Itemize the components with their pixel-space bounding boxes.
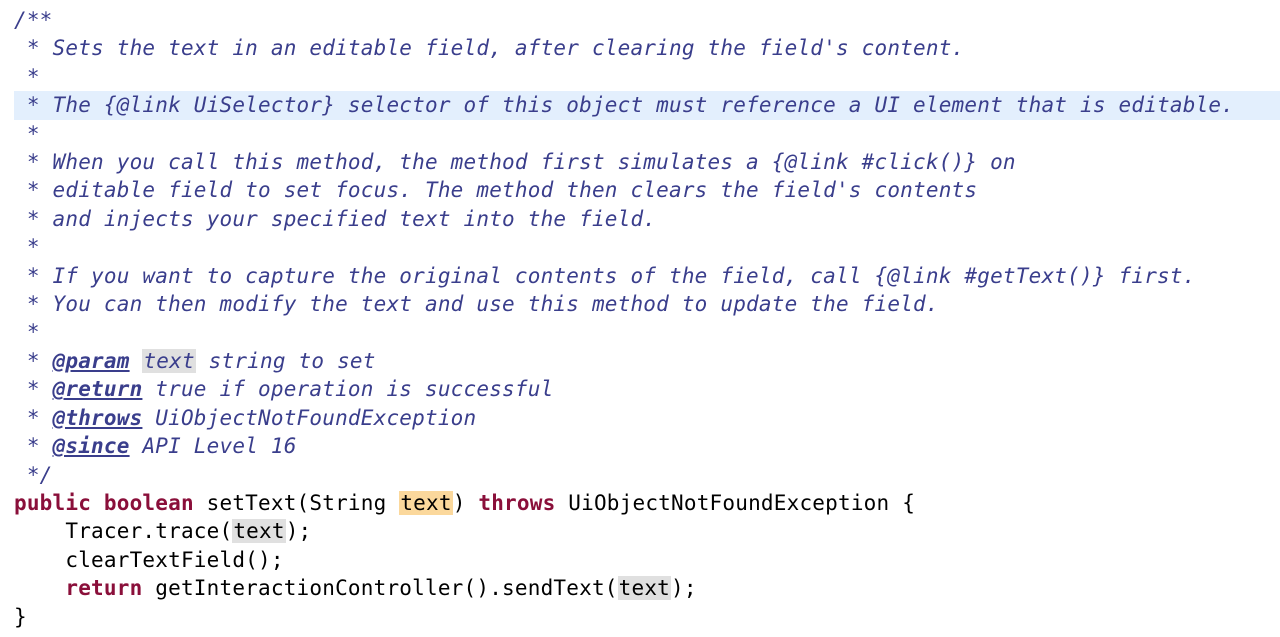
javadoc-tag-return: @return — [53, 377, 143, 401]
keyword-return: return — [65, 576, 142, 600]
javadoc-return-line: * @return true if operation is successfu… — [14, 377, 553, 401]
param-highlight: text — [399, 491, 452, 515]
javadoc-line: * — [14, 235, 40, 259]
code-line: Tracer.trace(text); — [14, 519, 311, 543]
code-block: /** * Sets the text in an editable field… — [0, 0, 1280, 631]
var-ref: text — [232, 519, 285, 543]
javadoc-tag-throws: @throws — [53, 406, 143, 430]
javadoc-since-line: * @since API Level 16 — [14, 434, 297, 458]
javadoc-line: * editable field to set focus. The metho… — [14, 178, 977, 202]
javadoc-line: * and injects your specified text into t… — [14, 207, 656, 231]
keyword-public: public — [14, 491, 91, 515]
javadoc-tag-since: @since — [53, 434, 130, 458]
code-line: clearTextField(); — [14, 548, 284, 572]
javadoc-line: * — [14, 320, 40, 344]
javadoc-line: * If you want to capture the original co… — [14, 264, 1196, 288]
javadoc-line: * You can then modify the text and use t… — [14, 292, 939, 316]
var-ref: text — [618, 576, 671, 600]
method-signature: public boolean setText(String text) thro… — [14, 491, 915, 515]
javadoc-open: /** — [14, 8, 53, 32]
param-name: text — [142, 349, 195, 373]
javadoc-param-line: * @param text string to set — [14, 349, 376, 373]
code-line: return getInteractionController().sendTe… — [14, 576, 697, 600]
javadoc-line: * When you call this method, the method … — [14, 150, 1016, 174]
javadoc-line: * Sets the text in an editable field, af… — [14, 36, 964, 60]
javadoc-line: * — [14, 122, 40, 146]
keyword-throws: throws — [478, 491, 555, 515]
keyword-boolean: boolean — [104, 491, 194, 515]
javadoc-tag-param: @param — [53, 349, 130, 373]
highlighted-doc-line: * The {@link UiSelector} selector of thi… — [14, 91, 1280, 119]
code-line: } — [14, 605, 27, 629]
javadoc-throws-line: * @throws UiObjectNotFoundException — [14, 406, 476, 430]
javadoc-close: */ — [14, 463, 53, 487]
javadoc-line: * — [14, 65, 40, 89]
